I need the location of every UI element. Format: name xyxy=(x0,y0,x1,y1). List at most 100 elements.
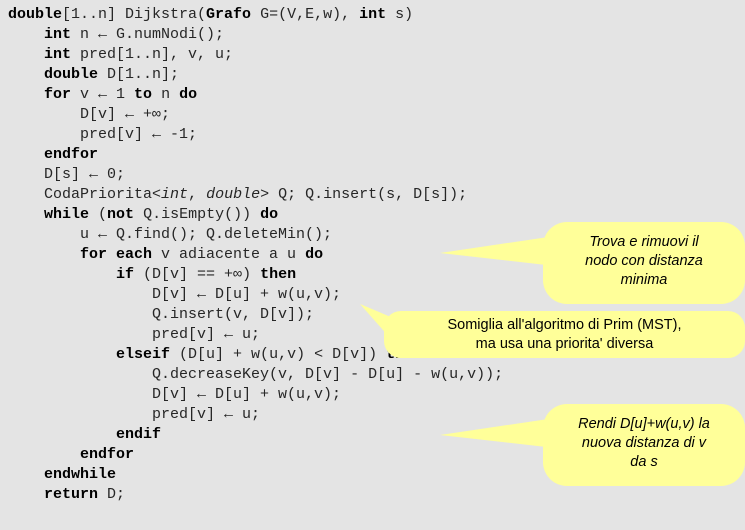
code-keyword: to xyxy=(134,86,153,103)
callout-tail-find xyxy=(440,236,555,266)
callout-rendi-line-1: Rendi D[u]+w(u,v) la xyxy=(578,416,710,432)
code-text: G=(V,E,w), xyxy=(251,6,360,23)
code-keyword: while xyxy=(44,206,90,223)
code-line: CodaPriorita<int, double> Q; Q.insert(s,… xyxy=(0,185,745,205)
code-line: double D[1..n]; xyxy=(0,65,745,85)
callout-tail-rendi xyxy=(440,418,555,448)
callout-find-line-3: minima xyxy=(620,272,668,288)
code-text: v adiacente a u xyxy=(152,246,306,263)
code-text: D[s] ← 0; xyxy=(44,166,126,183)
code-keyword: endwhile xyxy=(44,466,117,483)
code-keyword: endfor xyxy=(44,146,99,163)
code-keyword: int xyxy=(44,26,72,43)
code-keyword: return xyxy=(44,486,99,503)
code-keyword: int xyxy=(44,46,72,63)
code-text: Q.isEmpty()) xyxy=(134,206,261,223)
code-line: for v ← 1 to n do xyxy=(0,85,745,105)
callout-prim-comparison: Somiglia all'algoritmo di Prim (MST), ma… xyxy=(384,311,745,358)
code-text: > Q; Q.insert(s, D[s]); xyxy=(260,186,468,203)
code-line: int pred[1..n], v, u; xyxy=(0,45,745,65)
code-text: D[1..n]; xyxy=(98,66,180,83)
code-keyword: int xyxy=(359,6,387,23)
code-text: n ← G.numNodi(); xyxy=(71,26,225,43)
code-text: D[v] ← D[u] + w(u,v); xyxy=(152,386,342,403)
code-keyword: endfor xyxy=(80,446,135,463)
callout-find-line-1: Trova e rimuovi il xyxy=(589,234,699,250)
code-text: , xyxy=(188,186,207,203)
code-keyword: Grafo xyxy=(206,6,252,23)
code-text: pred[1..n], v, u; xyxy=(71,46,234,63)
code-line: endfor xyxy=(0,145,745,165)
code-text: pred[v] ← u; xyxy=(152,326,261,343)
code-text: s) xyxy=(386,6,414,23)
code-keyword: double xyxy=(8,6,63,23)
callout-rendi-line-3: da s xyxy=(630,454,658,470)
callout-rendi-line-2: nuova distanza di v xyxy=(581,435,707,451)
code-line: int n ← G.numNodi(); xyxy=(0,25,745,45)
code-keyword: not xyxy=(107,206,135,223)
callout-find-remove-min: Trova e rimuovi il nodo con distanza min… xyxy=(543,222,745,304)
code-text: [1..n] Dijkstra( xyxy=(62,6,207,23)
code-text: ( xyxy=(89,206,108,223)
code-line: double[1..n] Dijkstra(Grafo G=(V,E,w), i… xyxy=(0,5,745,25)
code-type-italic: double xyxy=(206,186,261,203)
code-line: return D; xyxy=(0,485,745,505)
code-text: u ← Q.find(); Q.deleteMin(); xyxy=(80,226,333,243)
code-line: D[v] ← D[u] + w(u,v); xyxy=(0,385,745,405)
code-type-italic: int xyxy=(161,186,189,203)
code-keyword: for each xyxy=(80,246,153,263)
code-text: pred[v] ← u; xyxy=(152,406,261,423)
code-text: pred[v] ← -1; xyxy=(80,126,198,143)
callout-new-distance: Rendi D[u]+w(u,v) la nuova distanza di v… xyxy=(543,404,745,486)
code-text: CodaPriorita< xyxy=(44,186,162,203)
code-keyword: do xyxy=(260,206,279,223)
code-text: (D[u] + w(u,v) < D[v]) xyxy=(170,346,387,363)
code-keyword: if xyxy=(116,266,135,283)
code-text: D[v] ← +∞; xyxy=(80,106,171,123)
callout-prim-line-2: ma usa una priorita' diversa xyxy=(475,336,654,352)
code-keyword: endif xyxy=(116,426,162,443)
code-text: D[v] ← D[u] + w(u,v); xyxy=(152,286,342,303)
code-keyword: elseif xyxy=(116,346,171,363)
code-keyword: double xyxy=(44,66,99,83)
code-text: D; xyxy=(98,486,126,503)
code-keyword: do xyxy=(179,86,198,103)
code-keyword: do xyxy=(305,246,324,263)
code-line: Q.decreaseKey(v, D[v] - D[u] - w(u,v)); xyxy=(0,365,745,385)
code-line: D[v] ← +∞; xyxy=(0,105,745,125)
callout-find-line-2: nodo con distanza xyxy=(585,253,703,269)
code-line: D[s] ← 0; xyxy=(0,165,745,185)
code-keyword: for xyxy=(44,86,72,103)
code-text: v ← 1 xyxy=(71,86,135,103)
code-text: Q.insert(v, D[v]); xyxy=(152,306,315,323)
callout-prim-line-1: Somiglia all'algoritmo di Prim (MST), xyxy=(447,317,682,333)
code-text: n xyxy=(152,86,180,103)
code-text: Q.decreaseKey(v, D[v] - D[u] - w(u,v)); xyxy=(152,366,504,383)
code-keyword: then xyxy=(260,266,297,283)
code-line: pred[v] ← -1; xyxy=(0,125,745,145)
code-text: (D[v] == +∞) xyxy=(134,266,261,283)
